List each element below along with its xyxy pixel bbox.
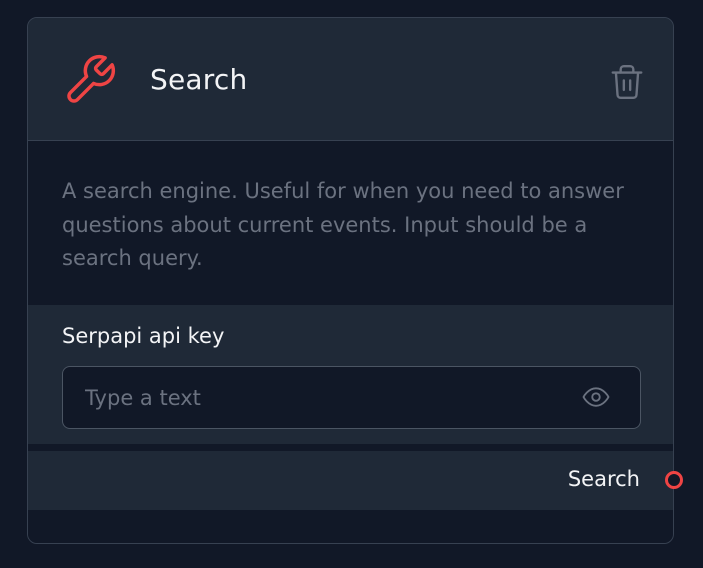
output-label: Search [567, 467, 640, 491]
section-divider [28, 444, 673, 451]
node-footer [28, 510, 673, 543]
param-label: Serpapi api key [62, 324, 225, 348]
node-title: Search [150, 63, 248, 96]
node-output-section: Search [28, 451, 673, 510]
trash-icon[interactable] [608, 62, 646, 102]
param-serpapi-api-key: Serpapi api key [28, 305, 673, 444]
node-description-section: A search engine. Useful for when you nee… [28, 141, 673, 305]
output-handle[interactable] [665, 471, 683, 489]
node-header: Search [28, 18, 673, 141]
node-card[interactable]: Search A search engine. Useful for when … [27, 17, 674, 544]
api-key-field[interactable] [62, 366, 641, 429]
api-key-input[interactable] [83, 367, 567, 429]
node-description: A search engine. Useful for when you nee… [62, 179, 624, 270]
eye-icon[interactable] [579, 382, 613, 412]
wrench-icon [62, 52, 118, 108]
